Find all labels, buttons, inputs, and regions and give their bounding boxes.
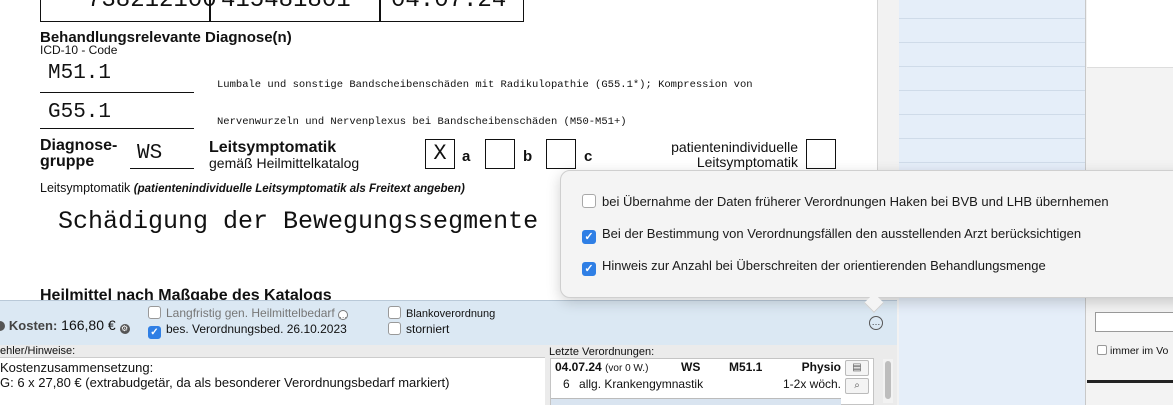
option-langfristig[interactable]: Langfristig gen. Heilmittelbedarf … (148, 306, 349, 320)
popover-option-3[interactable]: ✓ Hinweis zur Anzahl bei Überschreiten de… (582, 258, 1046, 276)
bes-verordnungsbed-checkbox[interactable]: ✓ (148, 326, 161, 339)
diagnosegruppe-label: Diagnose- gruppe (40, 138, 130, 170)
checkbox-c[interactable] (546, 139, 576, 169)
ls-freetext-hint: (patientenindividuelle Leitsymptomatik a… (133, 183, 465, 195)
ellipsis-icon[interactable]: … (869, 316, 883, 330)
header-number-2: 415481801 (221, 0, 351, 14)
ls-freetext-value: Schädigung der Bewegungssegmente (58, 207, 539, 236)
diagnosegruppe-value: WS (137, 142, 163, 165)
info-dot-icon (0, 321, 5, 331)
verordnung-therapy: allg. Krankengymnastik (579, 377, 704, 391)
kosten-display: Kosten: 166,80 € ⚙ (0, 317, 130, 334)
option-blanko[interactable]: Blankoverordnung (388, 306, 495, 320)
immer-label: immer im Vo (1110, 345, 1169, 357)
checkbox-c-label: c (584, 148, 593, 165)
blanko-checkbox[interactable] (388, 306, 401, 319)
more-options-icon[interactable]: … (338, 310, 349, 320)
pi-label-line1: patientenindividuelle (671, 139, 798, 155)
side-window-input[interactable] (1095, 312, 1173, 332)
fehler-hinweise-label: ehler/Hinweise: (0, 345, 76, 357)
side-window-divider (1087, 380, 1173, 383)
storniert-label: storniert (406, 322, 450, 336)
scrollbar-thumb[interactable] (885, 361, 891, 399)
header-number-boxes: 738212100 415481801 04.07.24 (40, 0, 524, 22)
kosten-value: 166,80 € (61, 317, 116, 333)
cost-info-bar: Kosten: 166,80 € ⚙ Langfristig gen. Heil… (0, 300, 897, 345)
diagnosegruppe-underline (130, 168, 194, 169)
popover-option-2-checkbox[interactable]: ✓ (582, 230, 596, 244)
option-storniert[interactable]: storniert (388, 322, 449, 336)
row-line (899, 90, 1085, 91)
letzte-verordnungen-label: Letzte Verordnungen: (549, 346, 655, 358)
checkbox-patient-individual[interactable] (806, 139, 836, 169)
checkbox-a[interactable]: X (425, 139, 455, 169)
diagnosegruppe-label-line1: Diagnose- (40, 137, 118, 154)
popover-option-3-checkbox[interactable]: ✓ (582, 262, 596, 276)
code-underline (40, 128, 194, 129)
header-date: 04.07.24 (391, 0, 507, 14)
ls-freetext-label: Leitsymptomatik (patientenindividuelle L… (40, 181, 465, 195)
side-window-header (1087, 0, 1173, 68)
verordnung-row-next[interactable] (551, 398, 841, 405)
options-popover: bei Übernahme der Daten früherer Verordn… (560, 170, 1173, 313)
verordnung-count: 6 (563, 377, 570, 391)
heilmittel-title: Heilmittel nach Maßgabe des Katalogs (40, 287, 332, 300)
patient-individual-label: patientenindividuelle Leitsymptomatik (660, 140, 798, 170)
diagnosis-text-1: Lumbale und sonstige Bandscheibenschäden… (217, 79, 753, 91)
diagnosegruppe-label-line2: gruppe (40, 153, 95, 170)
kosten-info-icon[interactable]: ⚙ (119, 324, 130, 334)
checkbox-a-label: a (462, 148, 471, 165)
verordnung-code: M51.1 (729, 360, 763, 374)
letzte-verordnungen-list[interactable]: 04.07.24 (vor 0 W.) WS M51.1 Physio 6 al… (550, 358, 874, 405)
row-line (899, 114, 1085, 115)
blanko-label: Blankoverordnung (406, 308, 496, 320)
popover-option-2[interactable]: ✓ Bei der Bestimmung von Verordnungsfälle… (582, 226, 1081, 244)
immer-checkbox-row[interactable]: immer im Vo (1097, 345, 1168, 357)
storniert-checkbox[interactable] (388, 322, 401, 335)
option-bes-verordnungsbed[interactable]: ✓ bes. Verordnungsbed. 26.10.2023 (148, 322, 347, 339)
popover-option-1[interactable]: bei Übernahme der Daten früherer Verordn… (582, 194, 1109, 209)
icd-label: ICD-10 - Code (40, 43, 118, 57)
popover-option-1-label: bei Übernahme der Daten früherer Verordn… (602, 194, 1109, 209)
checkbox-b-label: b (523, 148, 533, 165)
document-icon[interactable]: ▤ (845, 360, 869, 376)
ls-freetext-label-main: Leitsymptomatik (40, 181, 131, 195)
verordnung-type: Physio (801, 360, 841, 374)
bes-verordnungsbed-label: bes. Verordnungsbed. 26.10.2023 (166, 322, 347, 336)
fehler-hinweise-box: Kostenzusammensetzung: G: 6 x 27,80 € (e… (0, 357, 545, 405)
row-line (899, 138, 1085, 139)
verordnung-note: (vor 0 W.) (605, 363, 649, 374)
langfristig-checkbox[interactable] (148, 306, 161, 319)
verordnung-group: WS (681, 360, 701, 374)
langfristig-label: Langfristig gen. Heilmittelbedarf (166, 306, 335, 320)
code-underline (40, 92, 194, 93)
popover-option-2-label: Bei der Bestimmung von Verordnungsfällen… (602, 226, 1082, 241)
immer-checkbox[interactable] (1097, 345, 1107, 355)
popover-option-1-checkbox[interactable] (582, 194, 596, 208)
leitsymptomatik-sub: gemäß Heilmittelkatalog (209, 155, 360, 171)
icd-code-2: G55.1 (48, 101, 112, 124)
scrollbar[interactable] (883, 359, 893, 403)
icd-code-1: M51.1 (48, 62, 112, 85)
search-icon[interactable]: ⌕ (845, 378, 869, 394)
row-line (899, 42, 1085, 43)
fehler-line-2: G: 6 x 27,80 € (extrabudgetär, da als be… (0, 375, 450, 390)
pi-label-line2: Leitsymptomatik (696, 154, 798, 170)
row-line (899, 18, 1085, 19)
kosten-label: Kosten: (8, 318, 58, 333)
verordnung-freq: 1-2x wöch. (782, 377, 841, 391)
fehler-line-1: Kostenzusammensetzung: (0, 360, 154, 375)
diagnosis-text-2: Nervenwurzeln und Nervenplexus bei Bands… (217, 116, 627, 128)
row-line (899, 162, 1085, 163)
header-divider (379, 0, 381, 21)
popover-option-3-label: Hinweis zur Anzahl bei Überschreiten der… (602, 258, 1046, 273)
verordnung-date: 04.07.24 (555, 360, 602, 374)
verordnung-row[interactable]: 04.07.24 (vor 0 W.) WS M51.1 Physio (555, 360, 841, 374)
header-number-1: 738212100 (87, 0, 217, 14)
verordnung-detail-row[interactable]: 6 allg. Krankengymnastik 1-2x wöch. (555, 377, 841, 391)
lower-panel: ehler/Hinweise: Kostenzusammensetzung: G… (0, 345, 897, 405)
checkbox-b[interactable] (485, 139, 515, 169)
header-divider (209, 0, 211, 21)
row-line (899, 66, 1085, 67)
